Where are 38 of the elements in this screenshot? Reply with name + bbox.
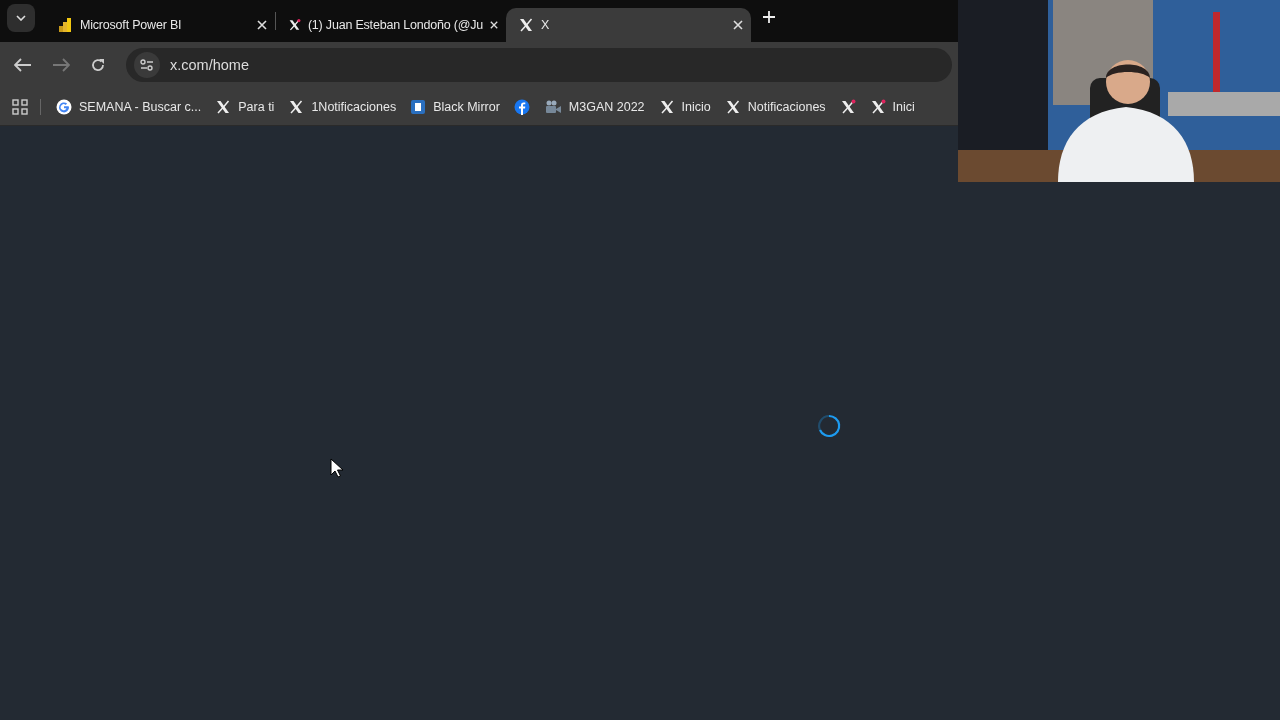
bookmark[interactable]: M3GAN 2022 bbox=[536, 92, 652, 121]
g-logo-icon bbox=[56, 98, 72, 115]
back-arrow-icon[interactable] bbox=[14, 58, 32, 72]
close-icon[interactable] bbox=[733, 20, 743, 30]
bookmark[interactable]: 1Notificaciones bbox=[281, 92, 404, 121]
bookmark[interactable]: Inicio bbox=[651, 92, 718, 121]
chevron-down-icon bbox=[16, 14, 26, 21]
sliders-icon[interactable] bbox=[140, 59, 154, 71]
video-camera-icon bbox=[543, 98, 562, 115]
x-mark-icon bbox=[658, 98, 675, 115]
browser-tab[interactable]: Microsoft Power BI bbox=[45, 8, 275, 42]
tab-search-button[interactable] bbox=[7, 3, 35, 32]
browser-tab[interactable]: (1) Juan Esteban Londoño (@Ju bbox=[276, 8, 506, 42]
new-tab-icon[interactable] bbox=[763, 11, 775, 23]
loading-spinner-icon bbox=[817, 414, 841, 438]
x-mark-icon bbox=[839, 98, 856, 115]
bookmark[interactable]: SEMANA - Buscar c... bbox=[49, 92, 209, 121]
x-mark-icon bbox=[288, 17, 301, 33]
browser-tab[interactable]: X bbox=[506, 8, 751, 42]
x-mark-icon bbox=[518, 17, 534, 33]
url-text: x.com/home bbox=[170, 57, 249, 73]
x-mark-icon bbox=[288, 98, 305, 115]
bookmark[interactable]: Notificaciones bbox=[717, 92, 833, 121]
x-mark-icon bbox=[215, 98, 232, 115]
f-logo-icon bbox=[513, 98, 530, 115]
document-icon bbox=[410, 98, 427, 115]
mouse-pointer-icon bbox=[330, 458, 343, 478]
x-mark-icon bbox=[724, 98, 741, 115]
bookmark[interactable]: Para ti bbox=[208, 92, 282, 121]
bookmark[interactable]: Inici bbox=[862, 92, 922, 121]
address-bar[interactable]: x.com/home bbox=[126, 48, 952, 82]
x-mark-icon bbox=[869, 98, 886, 115]
close-icon[interactable] bbox=[489, 20, 498, 30]
reload-icon[interactable] bbox=[90, 57, 106, 73]
bar-chart-icon bbox=[57, 17, 73, 33]
close-icon[interactable] bbox=[257, 20, 267, 30]
apps-grid-icon[interactable] bbox=[12, 98, 28, 115]
bookmark[interactable]: Black Mirror bbox=[403, 92, 507, 121]
